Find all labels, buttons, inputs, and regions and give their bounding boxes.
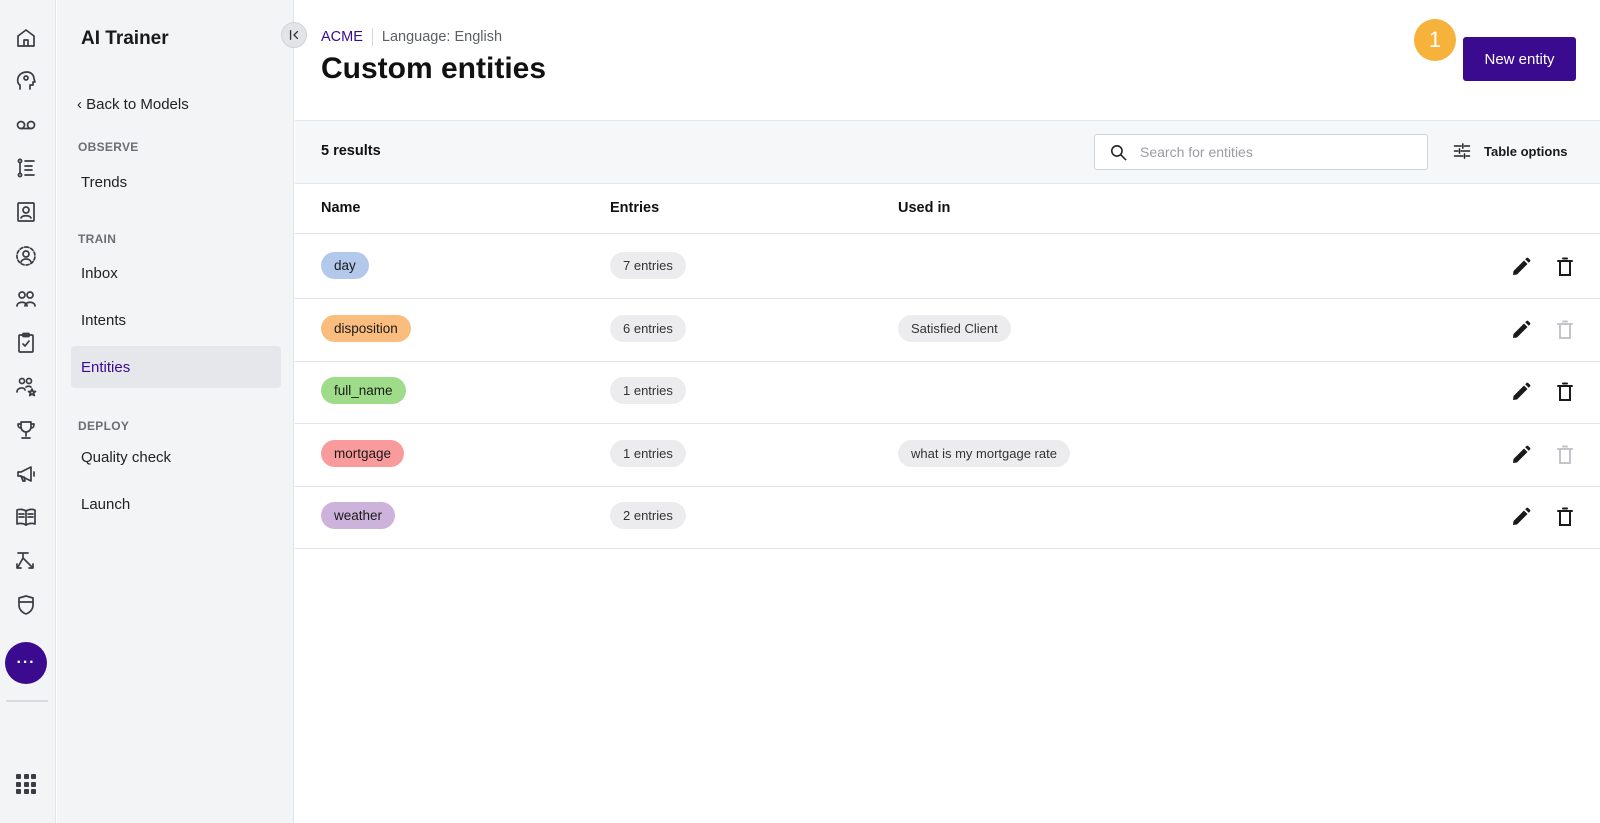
chevron-left-icon: ‹ bbox=[77, 96, 87, 113]
sidebar-item-label: Entities bbox=[81, 358, 131, 376]
book-icon[interactable] bbox=[12, 503, 40, 531]
delete-entity-button[interactable] bbox=[1553, 380, 1577, 404]
column-header-entries[interactable]: Entries bbox=[610, 200, 659, 216]
sidebar-item-launch[interactable]: Launch bbox=[71, 483, 281, 525]
edit-entity-button[interactable] bbox=[1509, 318, 1533, 342]
used-in-chip[interactable]: what is my mortgage rate bbox=[898, 439, 1070, 467]
edit-entity-button[interactable] bbox=[1509, 443, 1533, 467]
home-icon[interactable] bbox=[12, 24, 40, 52]
back-to-models-link[interactable]: ‹ Back to Models bbox=[77, 96, 189, 113]
rail-divider bbox=[6, 700, 48, 702]
sidebar-title: AI Trainer bbox=[81, 28, 169, 49]
used-in-chip[interactable]: Satisfied Client bbox=[898, 314, 1011, 342]
sidebar-item-label: Trends bbox=[81, 173, 128, 191]
entity-name-chip[interactable]: disposition bbox=[321, 314, 411, 342]
table-toolbar: 5 results Table options bbox=[295, 120, 1600, 184]
people-icon[interactable] bbox=[12, 285, 40, 313]
breadcrumb: ACME Language: English bbox=[321, 28, 502, 46]
entries-count-chip: 1 entries bbox=[610, 377, 686, 404]
edit-entity-button[interactable] bbox=[1509, 380, 1533, 404]
pencil-icon bbox=[1513, 445, 1531, 463]
sidebar-item-label: Quality check bbox=[81, 448, 172, 466]
search-input[interactable] bbox=[1140, 144, 1420, 160]
more-apps-button[interactable]: ··· bbox=[5, 642, 47, 684]
trash-icon bbox=[1557, 507, 1573, 526]
people-star-icon[interactable] bbox=[12, 372, 40, 400]
clipboard-check-icon[interactable] bbox=[12, 329, 40, 357]
table-options-button[interactable]: Table options bbox=[1452, 141, 1568, 161]
pencil-icon bbox=[1513, 257, 1531, 275]
table-row[interactable]: weather 2 entries bbox=[295, 485, 1600, 549]
table-options-label: Table options bbox=[1484, 143, 1568, 159]
results-count: 5 results bbox=[321, 143, 381, 159]
edit-entity-button[interactable] bbox=[1509, 505, 1533, 529]
delete-entity-button[interactable] bbox=[1553, 505, 1577, 529]
table-row[interactable]: disposition 6 entries Satisfied Client bbox=[295, 298, 1600, 362]
sidebar: AI Trainer ‹ Back to Models OBSERVE Tren… bbox=[57, 0, 307, 823]
pencil-icon bbox=[1513, 507, 1531, 525]
entries-count-chip: 6 entries bbox=[610, 314, 686, 342]
sliders-icon bbox=[1453, 143, 1471, 159]
new-entity-button[interactable]: New entity bbox=[1463, 37, 1576, 81]
delete-entity-button bbox=[1553, 318, 1577, 342]
trash-icon bbox=[1557, 382, 1573, 401]
sidebar-item-inbox[interactable]: Inbox bbox=[71, 252, 281, 294]
section-label-train: TRAIN bbox=[78, 232, 117, 246]
delete-entity-button bbox=[1553, 443, 1577, 467]
section-label-observe: OBSERVE bbox=[78, 140, 139, 154]
section-label-deploy: DEPLOY bbox=[78, 419, 130, 433]
sidebar-item-label: Inbox bbox=[81, 264, 118, 282]
sidebar-item-label: Intents bbox=[81, 311, 127, 329]
page-title: Custom entities bbox=[321, 52, 547, 85]
megaphone-icon[interactable] bbox=[12, 460, 40, 488]
sidebar-item-trends[interactable]: Trends bbox=[71, 161, 281, 203]
pencil-icon bbox=[1513, 382, 1531, 400]
entries-count-chip: 2 entries bbox=[610, 502, 686, 529]
column-header-used-in[interactable]: Used in bbox=[898, 200, 950, 216]
flow-icon[interactable] bbox=[12, 547, 40, 575]
trash-icon bbox=[1557, 445, 1573, 464]
table-row[interactable]: full_name 1 entries bbox=[295, 360, 1600, 424]
entity-name-chip[interactable]: full_name bbox=[321, 377, 406, 404]
entity-name-chip[interactable]: day bbox=[321, 252, 369, 279]
breadcrumb-org[interactable]: ACME bbox=[321, 29, 363, 45]
edit-entity-button[interactable] bbox=[1509, 255, 1533, 279]
sidebar-item-label: Launch bbox=[81, 495, 131, 513]
app-grid-icon[interactable] bbox=[16, 774, 36, 794]
search-icon bbox=[1110, 144, 1127, 160]
entity-name-chip[interactable]: mortgage bbox=[321, 439, 405, 467]
table-header: Name Entries Used in bbox=[295, 185, 1600, 234]
table-row[interactable]: mortgage 1 entries what is my mortgage rat… bbox=[295, 423, 1600, 487]
entity-name-chip[interactable]: weather bbox=[321, 502, 396, 529]
table-row[interactable]: day 7 entries bbox=[295, 235, 1600, 299]
trash-icon bbox=[1557, 257, 1573, 276]
list-steps-icon[interactable] bbox=[12, 154, 40, 182]
sidebar-item-quality-check[interactable]: Quality check bbox=[71, 436, 281, 478]
trophy-icon[interactable] bbox=[12, 416, 40, 444]
pencil-icon bbox=[1513, 320, 1531, 338]
entries-count-chip: 7 entries bbox=[610, 252, 686, 279]
contact-card-icon[interactable] bbox=[12, 198, 40, 226]
collapse-left-icon bbox=[289, 30, 299, 40]
agent-ring-icon[interactable] bbox=[12, 242, 40, 270]
column-header-name[interactable]: Name bbox=[321, 200, 361, 216]
back-link-label: Back to Models bbox=[86, 96, 189, 113]
language-label: Language: English bbox=[381, 29, 503, 45]
collapse-sidebar-button[interactable] bbox=[281, 22, 307, 48]
icon-rail: ··· bbox=[0, 0, 56, 823]
shield-icon[interactable] bbox=[12, 591, 40, 619]
search-box[interactable] bbox=[1094, 134, 1428, 170]
sidebar-item-entities[interactable]: Entities bbox=[71, 346, 281, 388]
breadcrumb-divider bbox=[371, 28, 373, 46]
trash-icon bbox=[1557, 320, 1573, 339]
entries-count-chip: 1 entries bbox=[610, 439, 686, 467]
step-badge: 1 bbox=[1414, 19, 1456, 61]
voicemail-icon[interactable] bbox=[12, 111, 40, 139]
brain-head-icon[interactable] bbox=[12, 67, 40, 95]
main-content: ACME Language: English Custom entities 1… bbox=[295, 0, 1600, 823]
sidebar-item-intents[interactable]: Intents bbox=[71, 299, 281, 341]
delete-entity-button[interactable] bbox=[1553, 255, 1577, 279]
